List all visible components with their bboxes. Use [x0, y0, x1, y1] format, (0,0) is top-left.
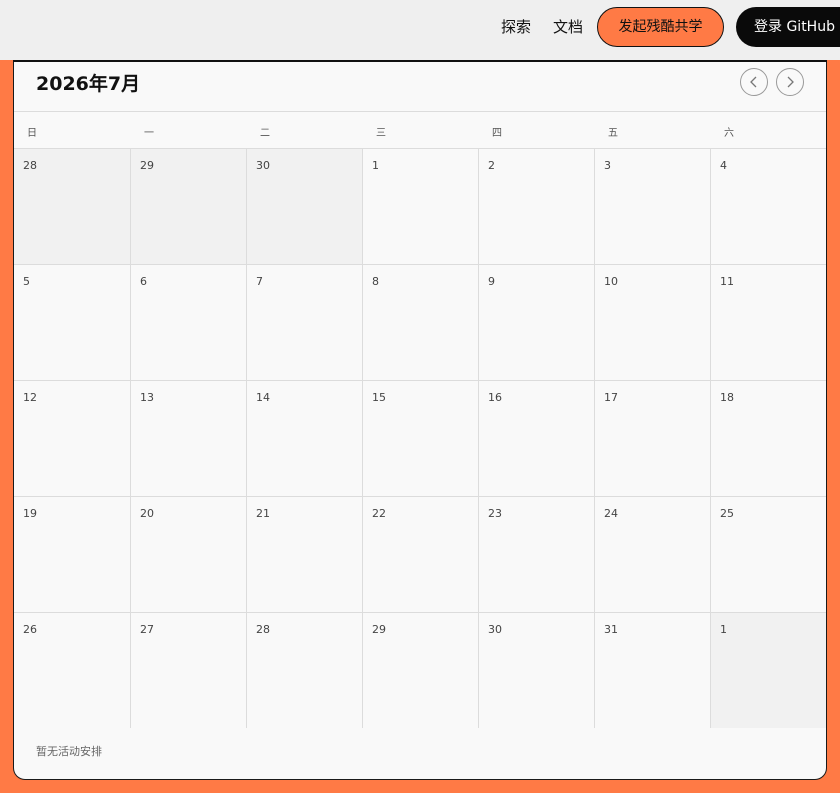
calendar-day-cell-other-month[interactable]: 1 — [711, 613, 826, 728]
day-number: 10 — [604, 275, 618, 288]
day-number: 9 — [488, 275, 495, 288]
weekday-label: 四 — [492, 128, 502, 139]
calendar-day-cell[interactable]: 15 — [363, 381, 479, 496]
week-row: 12 13 14 15 16 17 18 — [14, 381, 826, 497]
calendar-day-cell[interactable]: 13 — [131, 381, 247, 496]
day-number: 31 — [604, 623, 618, 636]
calendar-day-cell[interactable]: 31 — [595, 613, 711, 728]
day-number: 5 — [23, 275, 30, 288]
day-number: 8 — [372, 275, 379, 288]
calendar-day-cell[interactable]: 2 — [479, 149, 595, 264]
calendar-day-cell[interactable]: 11 — [711, 265, 826, 380]
weekday-label: 五 — [608, 128, 618, 139]
day-number: 29 — [372, 623, 386, 636]
calendar-day-cell[interactable]: 5 — [14, 265, 131, 380]
calendar-day-cell[interactable]: 23 — [479, 497, 595, 612]
calendar-day-cell-other-month[interactable]: 28 — [14, 149, 131, 264]
calendar-day-cell[interactable]: 3 — [595, 149, 711, 264]
weekday-label: 三 — [376, 128, 386, 139]
calendar-day-cell-other-month[interactable]: 29 — [131, 149, 247, 264]
week-row: 28 29 30 1 2 3 4 — [14, 149, 826, 265]
day-number: 28 — [23, 159, 37, 172]
week-row: 5 6 7 8 9 10 11 — [14, 265, 826, 381]
prev-month-button[interactable] — [740, 68, 768, 96]
day-number: 23 — [488, 507, 502, 520]
day-number: 26 — [23, 623, 37, 636]
calendar-day-cell[interactable]: 1 — [363, 149, 479, 264]
calendar-day-cell[interactable]: 17 — [595, 381, 711, 496]
card-top-border — [13, 60, 827, 62]
day-number: 11 — [720, 275, 734, 288]
calendar-day-cell[interactable]: 18 — [711, 381, 826, 496]
day-number: 4 — [720, 159, 727, 172]
day-number: 6 — [140, 275, 147, 288]
calendar-day-cell[interactable]: 14 — [247, 381, 363, 496]
calendar-day-cell[interactable]: 30 — [479, 613, 595, 728]
weekday-label: 日 — [27, 128, 37, 139]
start-study-button[interactable]: 发起残酷共学 — [597, 7, 724, 47]
day-number: 18 — [720, 391, 734, 404]
day-number: 19 — [23, 507, 37, 520]
no-events-message: 暂无活动安排 — [36, 745, 102, 758]
calendar-day-cell[interactable]: 29 — [363, 613, 479, 728]
day-number: 1 — [720, 623, 727, 636]
weekday-label: 一 — [144, 128, 154, 139]
calendar-day-cell[interactable]: 26 — [14, 613, 131, 728]
day-number: 30 — [488, 623, 502, 636]
calendar-day-cell[interactable]: 4 — [711, 149, 826, 264]
calendar-day-cell[interactable]: 6 — [131, 265, 247, 380]
weekday-header-row: 日一二三四五六 — [14, 111, 826, 149]
day-number: 2 — [488, 159, 495, 172]
next-month-button[interactable] — [776, 68, 804, 96]
day-number: 22 — [372, 507, 386, 520]
day-number: 25 — [720, 507, 734, 520]
week-row: 26 27 28 29 30 31 1 — [14, 613, 826, 728]
login-github-button[interactable]: 登录 GitHub — [736, 7, 840, 47]
top-navigation-bar: 探索 文档 发起残酷共学 登录 GitHub — [0, 0, 840, 60]
weekday-label: 六 — [724, 128, 734, 139]
calendar-day-cell[interactable]: 9 — [479, 265, 595, 380]
calendar-day-cell[interactable]: 19 — [14, 497, 131, 612]
calendar-day-cell[interactable]: 12 — [14, 381, 131, 496]
day-number: 24 — [604, 507, 618, 520]
day-number: 21 — [256, 507, 270, 520]
calendar-card: 2026年7月 日一二三四五六 28 29 30 1 2 3 4 5 6 7 8 9 10 11 12 13 1… — [13, 60, 827, 780]
calendar-day-cell[interactable]: 10 — [595, 265, 711, 380]
day-number: 27 — [140, 623, 154, 636]
day-number: 29 — [140, 159, 154, 172]
calendar-day-cell-other-month[interactable]: 30 — [247, 149, 363, 264]
day-number: 3 — [604, 159, 611, 172]
day-number: 14 — [256, 391, 270, 404]
calendar-day-cell[interactable]: 7 — [247, 265, 363, 380]
weekday-label: 二 — [260, 128, 270, 139]
calendar-day-cell[interactable]: 16 — [479, 381, 595, 496]
day-number: 13 — [140, 391, 154, 404]
day-number: 28 — [256, 623, 270, 636]
month-title: 2026年7月 — [36, 73, 141, 95]
calendar-day-cell[interactable]: 20 — [131, 497, 247, 612]
week-row: 19 20 21 22 23 24 25 — [14, 497, 826, 613]
calendar-day-cell[interactable]: 25 — [711, 497, 826, 612]
calendar-day-cell[interactable]: 27 — [131, 613, 247, 728]
calendar-day-cell[interactable]: 21 — [247, 497, 363, 612]
chevron-left-icon — [750, 76, 757, 87]
day-number: 20 — [140, 507, 154, 520]
calendar-day-cell[interactable]: 28 — [247, 613, 363, 728]
day-number: 16 — [488, 391, 502, 404]
day-number: 15 — [372, 391, 386, 404]
calendar-grid: 28 29 30 1 2 3 4 5 6 7 8 9 10 11 12 13 14 15 16 17 18 19 20 21 2… — [14, 149, 826, 728]
day-number: 12 — [23, 391, 37, 404]
calendar-day-cell[interactable]: 24 — [595, 497, 711, 612]
day-number: 30 — [256, 159, 270, 172]
calendar-day-cell[interactable]: 22 — [363, 497, 479, 612]
day-number: 17 — [604, 391, 618, 404]
nav-docs-link[interactable]: 文档 — [553, 16, 583, 37]
day-number: 7 — [256, 275, 263, 288]
nav-explore-link[interactable]: 探索 — [501, 16, 531, 37]
day-number: 1 — [372, 159, 379, 172]
chevron-right-icon — [787, 76, 794, 87]
calendar-day-cell[interactable]: 8 — [363, 265, 479, 380]
